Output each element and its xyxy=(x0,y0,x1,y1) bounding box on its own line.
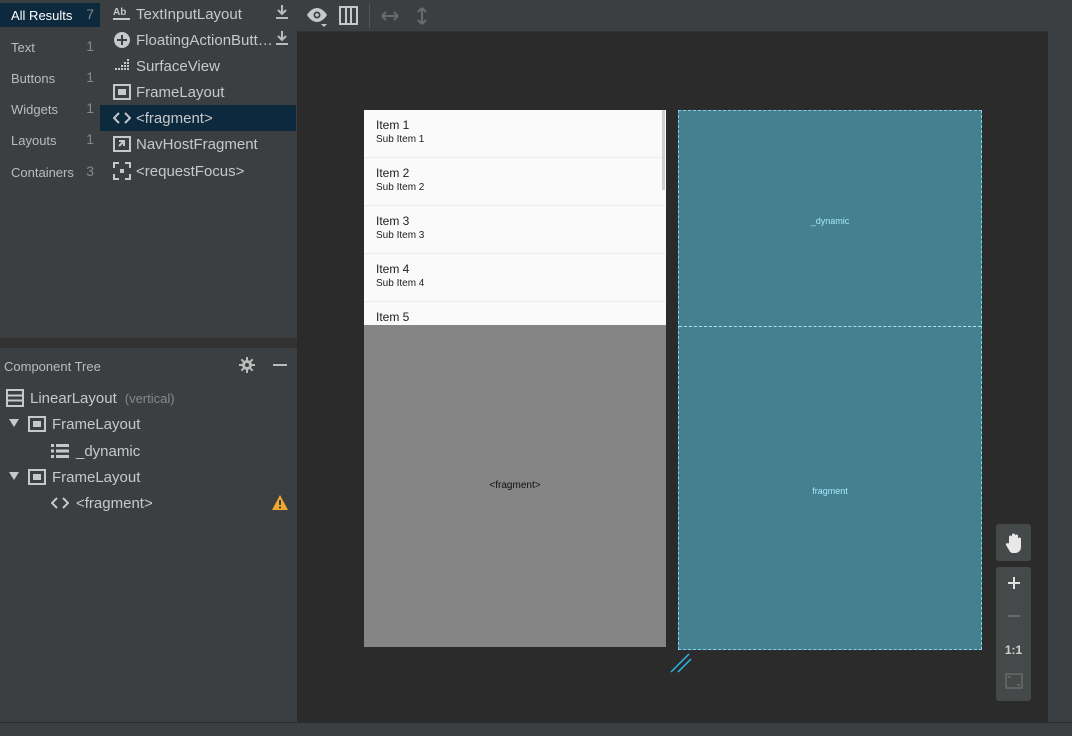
code-brackets-icon xyxy=(113,109,131,127)
zoom-out-button[interactable] xyxy=(996,602,1031,634)
category-widgets[interactable]: Widgets 1 xyxy=(0,97,100,121)
linear-layout-icon xyxy=(6,389,24,407)
category-text[interactable]: Text 1 xyxy=(0,35,100,59)
right-side-strip xyxy=(1048,0,1072,722)
design-toolbar xyxy=(297,0,1048,32)
zoom-actual-size-button[interactable]: 1:1 xyxy=(996,634,1031,666)
list-item[interactable]: Item 4 Sub Item 4 xyxy=(364,254,666,302)
plus-icon xyxy=(1006,575,1022,596)
list-item[interactable]: Item 5 xyxy=(364,302,666,325)
fragment-placeholder-label: <fragment> xyxy=(489,480,541,491)
list-item[interactable]: Item 2 Sub Item 2 xyxy=(364,158,666,206)
palette-categories: All Results 7 Text 1 Buttons 1 Widgets 1 Lay… xyxy=(0,0,100,338)
palette-item-fab[interactable]: FloatingActionButt… xyxy=(100,27,297,53)
list-view-icon xyxy=(51,442,69,460)
palette-item-framelayout[interactable]: FrameLayout xyxy=(100,79,297,105)
dynamic-list[interactable]: Item 1 Sub Item 1 Item 2 Sub Item 2 Item 3… xyxy=(364,110,666,325)
gear-icon[interactable] xyxy=(238,356,256,379)
list-scrollbar[interactable] xyxy=(662,110,665,190)
palette-item-textinputlayout[interactable]: Ab TextInputLayout xyxy=(100,1,297,27)
fit-screen-icon xyxy=(1004,672,1023,694)
minus-icon xyxy=(1006,608,1022,629)
frame-layout-icon xyxy=(113,83,131,101)
download-icon[interactable] xyxy=(275,30,289,51)
tree-node-fragment[interactable]: <fragment> xyxy=(0,490,297,516)
blueprint-view[interactable]: _dynamic fragment xyxy=(678,110,982,650)
blueprint-dynamic-label: _dynamic xyxy=(810,216,850,226)
vertical-resize-icon[interactable] xyxy=(412,6,434,26)
horizontal-resize-icon[interactable] xyxy=(380,6,402,26)
component-tree: LinearLayout (vertical) FrameLayout _dyna… xyxy=(0,382,297,722)
frame-layout-icon xyxy=(28,468,46,486)
palette-item-requestfocus[interactable]: <requestFocus> xyxy=(100,158,297,184)
expand-triangle-icon[interactable] xyxy=(8,417,20,429)
component-tree-title: Component Tree xyxy=(4,359,101,374)
palette-item-surfaceview[interactable]: SurfaceView xyxy=(100,53,297,79)
focus-icon xyxy=(113,162,131,180)
blueprint-separator xyxy=(679,326,981,327)
tree-node-framelayout-1[interactable]: FrameLayout xyxy=(0,411,297,437)
status-bar xyxy=(0,722,1072,736)
resize-handle-icon[interactable] xyxy=(669,652,693,679)
text-input-layout-icon: Ab xyxy=(113,5,131,23)
blueprint-toggle-icon[interactable] xyxy=(339,6,361,26)
zoom-controls: 1:1 xyxy=(996,567,1031,701)
tree-node-framelayout-2[interactable]: FrameLayout xyxy=(0,464,297,490)
nav-host-icon xyxy=(113,135,131,153)
toolbar-separator xyxy=(369,4,370,28)
palette-item-fragment[interactable]: <fragment> xyxy=(100,105,296,131)
code-brackets-icon xyxy=(51,494,69,512)
pan-button[interactable] xyxy=(996,524,1031,561)
palette-item-navhostfragment[interactable]: NavHostFragment xyxy=(100,131,297,157)
warning-icon[interactable] xyxy=(271,494,289,512)
panel-splitter[interactable] xyxy=(0,338,297,348)
category-buttons[interactable]: Buttons 1 xyxy=(0,66,100,90)
list-item[interactable]: Item 1 Sub Item 1 xyxy=(364,110,666,158)
fab-icon xyxy=(113,31,131,49)
svg-text:Ab: Ab xyxy=(113,7,126,18)
minimize-icon[interactable] xyxy=(271,356,289,379)
download-icon[interactable] xyxy=(275,4,289,25)
category-all-results[interactable]: All Results 7 xyxy=(0,3,100,27)
zoom-fit-button[interactable] xyxy=(996,667,1031,699)
tree-node-linearlayout[interactable]: LinearLayout (vertical) xyxy=(0,385,297,411)
surface-view-icon xyxy=(113,57,131,75)
tree-node-dynamic[interactable]: _dynamic xyxy=(0,438,297,464)
category-containers[interactable]: Containers 3 xyxy=(0,160,100,184)
list-item[interactable]: Item 3 Sub Item 3 xyxy=(364,206,666,254)
zoom-in-button[interactable] xyxy=(996,569,1031,601)
palette-items: Ab TextInputLayout FloatingActionButt… S… xyxy=(100,0,297,338)
frame-layout-icon xyxy=(28,415,46,433)
expand-triangle-icon[interactable] xyxy=(8,470,20,482)
hand-icon xyxy=(1004,532,1024,559)
category-layouts[interactable]: Layouts 1 xyxy=(0,128,100,152)
eye-icon[interactable] xyxy=(306,6,328,27)
design-preview[interactable]: Item 1 Sub Item 1 Item 2 Sub Item 2 Item 3… xyxy=(364,110,666,647)
blueprint-fragment-label: fragment xyxy=(812,486,848,496)
